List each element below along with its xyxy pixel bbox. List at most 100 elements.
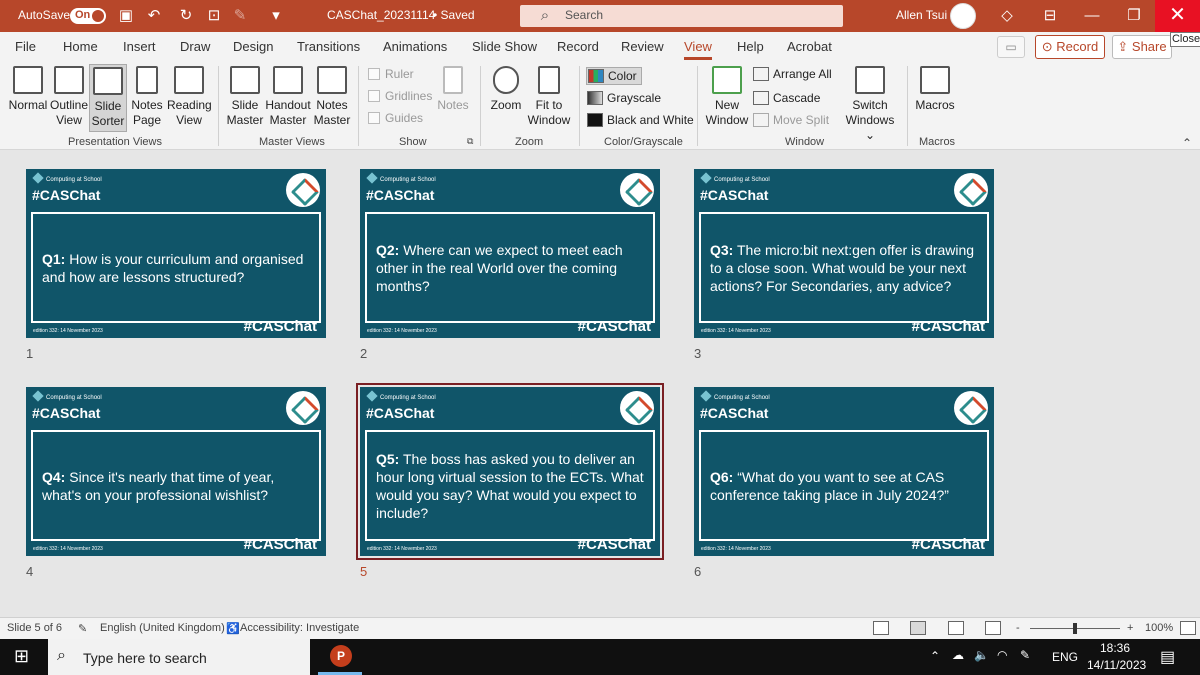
reading-view-button[interactable]: Reading View — [167, 66, 212, 128]
present-icon[interactable]: ⊡ — [204, 6, 224, 26]
restore-icon[interactable]: ❐ — [1124, 6, 1144, 26]
tab-help[interactable]: Help — [737, 39, 764, 54]
handout-label-2: Master — [269, 113, 307, 127]
notes-page-button[interactable]: Notes Page — [129, 66, 165, 128]
arrange-label: Arrange All — [773, 67, 832, 81]
tab-slide-show[interactable]: Slide Show — [472, 39, 537, 54]
taskbar-search[interactable]: ⌕ Type here to search — [48, 639, 310, 675]
tab-draw[interactable]: Draw — [180, 39, 210, 54]
minimize-icon[interactable]: — — [1082, 6, 1102, 26]
close-icon[interactable]: ✕ — [1155, 0, 1200, 32]
zoom-in-button[interactable]: + — [1127, 622, 1133, 634]
group-color-grayscale: Color/Grayscale — [604, 136, 683, 148]
reading-view-icon[interactable] — [948, 621, 964, 635]
comments-button[interactable]: ▭ — [997, 36, 1025, 58]
pen-icon[interactable]: ✎ — [230, 6, 250, 26]
gridlines-checkbox[interactable]: Gridlines — [368, 89, 432, 103]
slide-thumbnail[interactable]: Computing at School #CASChat Q2: Where c… — [360, 169, 660, 338]
volume-muted-icon[interactable]: 🔈 — [974, 648, 989, 662]
normal-view-icon[interactable] — [873, 621, 889, 635]
slide-sorter-button[interactable]: Slide Sorter — [89, 64, 127, 132]
customize-toolbar-icon[interactable]: ▾ — [266, 6, 286, 26]
slide-thumbnail[interactable]: Computing at School #CASChat Q6: “What d… — [694, 387, 994, 556]
slide-master-button[interactable]: Slide Master — [226, 66, 264, 128]
macros-button[interactable]: Macros — [915, 66, 955, 113]
tab-review[interactable]: Review — [621, 39, 664, 54]
pen-workspace-icon[interactable]: ✎ — [1020, 648, 1030, 662]
outline-view-button[interactable]: Outline View — [49, 66, 89, 128]
save-icon[interactable]: ▣ — [116, 6, 136, 26]
notes-master-button[interactable]: Notes Master — [313, 66, 351, 128]
tab-animations[interactable]: Animations — [383, 39, 447, 54]
slide-hashtag: #CASChat — [911, 318, 985, 335]
black-white-button[interactable]: Black and White — [587, 113, 694, 127]
slide-thumbnail[interactable]: Computing at School #CASChat Q4: Since i… — [26, 387, 326, 556]
color-button[interactable]: Color — [586, 67, 642, 85]
switch-label-2: Windows ⌄ — [845, 113, 895, 142]
guides-label: Guides — [385, 111, 424, 125]
fit-to-window-button[interactable]: Fit to Window — [526, 66, 572, 128]
record-button[interactable]: ⊙ Record — [1035, 35, 1105, 59]
redo-icon[interactable]: ↻ — [176, 6, 196, 26]
diamond-icon[interactable]: ◇ — [997, 6, 1017, 26]
slide-thumbnail[interactable]: Computing at School #CASChat Q3: The mic… — [694, 169, 994, 338]
slide-sorter-view-icon[interactable] — [910, 621, 926, 635]
chevron-up-icon[interactable]: ⌃ — [930, 649, 940, 663]
cascade-icon — [753, 91, 769, 105]
question-text: Q4: Since it's nearly that time of year,… — [42, 468, 312, 504]
notes-button[interactable]: Notes — [434, 66, 472, 113]
language-indicator[interactable]: ENG — [1052, 650, 1078, 664]
notifications-icon[interactable]: ▤ — [1160, 647, 1175, 667]
cascade-button[interactable]: Cascade — [753, 91, 820, 105]
ruler-checkbox[interactable]: Ruler — [368, 67, 414, 81]
tab-record[interactable]: Record — [557, 39, 599, 54]
zoom-level[interactable]: 100% — [1145, 622, 1173, 634]
slide-number: 1 — [26, 346, 34, 361]
normal-view-button[interactable]: Normal — [7, 66, 49, 113]
tab-view[interactable]: View — [684, 39, 712, 60]
tab-home[interactable]: Home — [63, 39, 98, 54]
collapse-ribbon-icon[interactable]: ⌃ — [1182, 136, 1192, 150]
question-body: Since it's nearly that time of year, wha… — [42, 468, 275, 503]
tab-transitions[interactable]: Transitions — [297, 39, 360, 54]
spellcheck-icon[interactable]: ✎ — [78, 622, 87, 635]
zoom-button[interactable]: Zoom — [488, 66, 524, 113]
cas-logo-icon — [954, 391, 988, 425]
tab-design[interactable]: Design — [233, 39, 273, 54]
cloud-icon[interactable]: ☁ — [952, 648, 964, 662]
grayscale-button[interactable]: Grayscale — [587, 91, 661, 105]
tab-file[interactable]: File — [15, 39, 36, 54]
switch-windows-button[interactable]: Switch Windows ⌄ — [840, 66, 900, 143]
new-window-button[interactable]: New Window — [705, 66, 749, 128]
zoom-slider-handle[interactable] — [1073, 623, 1077, 634]
accessibility-status[interactable]: Accessibility: Investigate — [240, 622, 359, 634]
language-status[interactable]: English (United Kingdom) — [100, 622, 225, 634]
slide-show-view-icon[interactable] — [985, 621, 1001, 635]
share-button[interactable]: ⇪ Share — [1112, 35, 1172, 59]
tab-insert[interactable]: Insert — [123, 39, 156, 54]
move-split-button[interactable]: Move Split — [753, 113, 829, 127]
user-name[interactable]: Allen Tsui — [896, 8, 947, 22]
slide-thumbnail[interactable]: Computing at School #CASChat Q1: How is … — [26, 169, 326, 338]
ribbon-display-icon[interactable]: ⊟ — [1040, 6, 1060, 26]
slide-thumbnail-selected[interactable]: Computing at School #CASChat Q5: The bos… — [356, 383, 664, 560]
zoom-out-button[interactable]: - — [1016, 622, 1020, 634]
title-search-box[interactable]: ⌕ Search — [520, 5, 843, 27]
slide-header: #CASChat — [700, 405, 769, 421]
clock-time[interactable]: 18:36 — [1100, 641, 1130, 655]
arrange-all-button[interactable]: Arrange All — [753, 67, 832, 81]
undo-icon[interactable]: ↶ — [144, 6, 164, 26]
slide-count[interactable]: Slide 5 of 6 — [7, 622, 62, 634]
document-title[interactable]: CASChat_20231114 — [327, 8, 435, 22]
handout-master-button[interactable]: Handout Master — [264, 66, 312, 128]
tab-acrobat[interactable]: Acrobat — [787, 39, 832, 54]
wifi-icon[interactable]: ◠ — [997, 648, 1007, 662]
powerpoint-app-icon[interactable]: P — [330, 645, 352, 667]
fit-to-window-icon[interactable] — [1180, 621, 1196, 635]
avatar[interactable] — [950, 3, 976, 29]
windows-start-icon[interactable]: ⊞ — [14, 646, 29, 667]
guides-checkbox[interactable]: Guides — [368, 111, 423, 125]
autosave-toggle[interactable]: On — [70, 8, 106, 24]
clock-date[interactable]: 14/11/2023 — [1087, 658, 1146, 672]
show-dialog-launcher-icon[interactable]: ⧉ — [467, 136, 473, 147]
